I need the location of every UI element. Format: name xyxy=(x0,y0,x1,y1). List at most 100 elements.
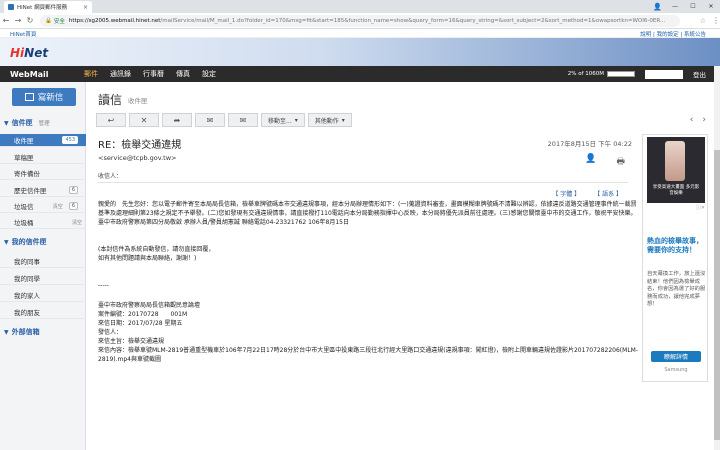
folder-trash[interactable]: 垃圾桶 清空 xyxy=(0,216,86,229)
compose-button[interactable]: 寫新信 xyxy=(12,88,76,106)
mail-view-tools: 【 字體 】 【 語系 】 xyxy=(552,189,622,198)
ad-learn-more-button[interactable]: 瞭解詳情 xyxy=(651,351,701,362)
prev-mail-icon[interactable]: ‹ xyxy=(690,115,694,125)
mailbox-manage-link[interactable]: 管理 xyxy=(39,119,50,127)
forward-mail-icon[interactable]: ➦ xyxy=(162,113,192,127)
nav-contacts[interactable]: 通訊錄 xyxy=(110,69,131,79)
top-links[interactable]: 說明 | 我的設定 | 系統公告 xyxy=(640,30,706,38)
browser-menu-icon[interactable]: ⋮ xyxy=(712,16,720,25)
folder-classmates[interactable]: 我的同學 xyxy=(0,272,86,285)
tab-close-icon[interactable]: × xyxy=(83,4,88,11)
compose-icon xyxy=(24,93,34,101)
main-panel: 讀信 收件匣 ↩ ✕ ➦ ✉ ✉ 移動至... ▾ 其他動作 ▾ ‹ › RE：… xyxy=(86,82,720,450)
hinet-logo[interactable]: HiNet xyxy=(10,46,48,60)
body-line: 來信內容：檢舉車號MLM-2819普通重型機車於106年7月22日17時28分於… xyxy=(98,347,639,363)
unread-badge: 453 xyxy=(62,136,78,144)
body-line: (本封信件為系統自動發信，請勿直接回覆， xyxy=(98,246,215,253)
ad-brand: Samsung xyxy=(664,367,688,373)
mail-pager: ‹ › xyxy=(690,115,706,125)
lock-icon: 🔒 xyxy=(45,17,52,24)
folder-drafts[interactable]: 草稿匣 xyxy=(0,151,86,164)
font-size-link[interactable]: 【 字體 】 xyxy=(552,189,580,198)
folder-label: 歷史信件匣 xyxy=(14,187,47,195)
folder-history[interactable]: 歷史信件匣 6 xyxy=(0,184,86,197)
more-actions-dropdown[interactable]: 其他動作 ▾ xyxy=(307,113,352,127)
next-mail-icon[interactable]: › xyxy=(702,115,706,125)
spam-clear-link[interactable]: 清空 xyxy=(53,203,63,210)
folder-label: 收件匣 xyxy=(14,137,34,145)
nav-search-input[interactable] xyxy=(645,69,683,79)
bookmark-star-icon[interactable]: ☆ xyxy=(700,17,706,25)
print-icon[interactable]: 🖶 xyxy=(617,154,626,170)
maximize-icon[interactable]: ☐ xyxy=(684,0,702,13)
move-to-dropdown[interactable]: 移動至... ▾ xyxy=(261,113,305,127)
folder-label: 我的朋友 xyxy=(14,309,40,317)
logo-hi: Hi xyxy=(10,46,25,60)
nav-fax[interactable]: 傳真 xyxy=(176,69,190,79)
hinet-banner: HiNet xyxy=(0,38,720,66)
folder-family[interactable]: 我的家人 xyxy=(0,289,86,302)
reply-icon[interactable]: ↩ xyxy=(96,113,126,127)
ad-image-text: 享受高速大畫面 多元影音娛樂 xyxy=(652,185,700,196)
url-input[interactable]: 🔒 安全 https://sg2005.webmail.hinet.net /m… xyxy=(40,14,680,27)
my-folders-label: 我的信件匣 xyxy=(11,238,47,246)
sidebar: 寫新信 ▼ 信件匣 管理 收件匣 453 草稿匣 寄件備份 歷史信件匣 6 垃圾… xyxy=(0,82,86,450)
delete-icon[interactable]: ✕ xyxy=(129,113,159,127)
header-divider xyxy=(98,182,628,183)
forward-icon[interactable]: → xyxy=(12,14,24,28)
mail-recipient: 收信人： xyxy=(98,173,123,180)
folder-label: 我的家人 xyxy=(14,292,40,300)
window-close-icon[interactable]: ✕ xyxy=(702,0,720,13)
ad-headline: 熱血的檢舉故事，需要你的支持！ xyxy=(647,237,703,254)
browser-tab[interactable]: HiNet 網頁郵件服務 × xyxy=(4,1,92,13)
quota-bar xyxy=(607,71,635,77)
logout-link[interactable]: 登出 xyxy=(693,69,706,79)
storage-quota: 2% of 1060M xyxy=(568,71,635,77)
body-line: 發信人： xyxy=(98,329,123,336)
chevron-down-icon: ▼ xyxy=(4,238,9,246)
add-contact-icon[interactable]: 👤 xyxy=(585,154,596,170)
mailbox-section-header[interactable]: ▼ 信件匣 管理 xyxy=(4,118,50,128)
page-scrollbar[interactable] xyxy=(714,66,720,450)
my-folders-header[interactable]: ▼ 我的信件匣 xyxy=(4,237,47,247)
hinet-home-link[interactable]: HiNet首頁 xyxy=(10,30,36,38)
compose-label: 寫新信 xyxy=(37,93,64,103)
body-separator: ----- xyxy=(98,282,109,289)
window-controls: 👤 — ☐ ✕ xyxy=(653,0,720,13)
back-icon[interactable]: ← xyxy=(0,14,12,28)
ad-image: 享受高速大畫面 多元影音娛樂 xyxy=(647,137,705,203)
nav-settings[interactable]: 設定 xyxy=(202,69,216,79)
spam-icon[interactable]: ✉ xyxy=(228,113,258,127)
folder-label: 垃圾信 xyxy=(14,203,34,211)
mark-icon[interactable]: ✉ xyxy=(195,113,225,127)
folder-inbox[interactable]: 收件匣 453 xyxy=(0,134,86,147)
hinet-favicon-icon xyxy=(8,4,14,10)
folder-spam[interactable]: 垃圾信 清空 6 xyxy=(0,200,86,213)
folder-friends[interactable]: 我的朋友 xyxy=(0,306,86,319)
chevron-down-icon: ▼ xyxy=(4,328,9,336)
folder-label: 寄件備份 xyxy=(14,170,40,178)
mail-subject: RE：檢舉交通違規 xyxy=(98,140,182,151)
ad-description: 自天幕換工作，旅上還沒結束！他們因為檢舉成名，你會因為選了好的服務而成功，讓他完… xyxy=(647,271,706,307)
folder-sent[interactable]: 寄件備份 xyxy=(0,167,86,180)
encoding-link[interactable]: 【 語系 】 xyxy=(594,189,622,198)
tab-title: HiNet 網頁郵件服務 xyxy=(17,5,68,11)
folder-colleagues[interactable]: 我的同事 xyxy=(0,255,86,268)
page-title: 讀信 xyxy=(98,93,123,107)
secure-label: 安全 xyxy=(53,18,65,25)
advertisement[interactable]: 享受高速大畫面 多元影音娛樂 ⓘ✕ 熱血的檢舉故事，需要你的支持！ 自天幕換工作… xyxy=(642,134,708,382)
body-line: 臺中市政府警察局局長信箱觀民意論壇 xyxy=(98,302,201,309)
minimize-icon[interactable]: — xyxy=(666,0,684,13)
scrollbar-thumb[interactable] xyxy=(714,150,720,440)
trash-clear-link[interactable]: 清空 xyxy=(72,219,82,226)
ad-choices-icon[interactable]: ⓘ✕ xyxy=(696,204,705,211)
move-to-label: 移動至... xyxy=(268,117,292,125)
profile-icon[interactable]: 👤 xyxy=(653,3,662,11)
mailbox-head-label: 信件匣 xyxy=(11,119,33,127)
nav-calendar[interactable]: 行事曆 xyxy=(143,69,164,79)
mail-toolbar: ↩ ✕ ➦ ✉ ✉ 移動至... ▾ 其他動作 ▾ xyxy=(96,112,352,128)
reload-icon[interactable]: ↻ xyxy=(24,14,36,28)
body-line: 來信主旨：檢舉交通違規 xyxy=(98,338,165,345)
nav-mail[interactable]: 郵件 xyxy=(84,69,98,79)
external-mailbox-header[interactable]: ▼ 外部信箱 xyxy=(4,327,40,337)
